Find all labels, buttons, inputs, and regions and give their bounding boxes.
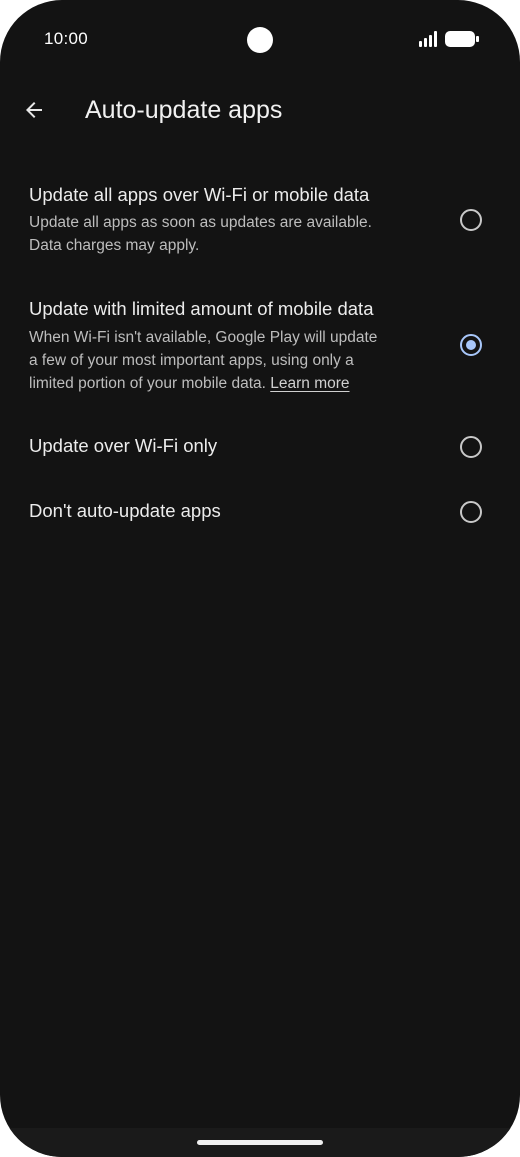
option-title: Update with limited amount of mobile dat… (29, 298, 374, 319)
back-button[interactable] (14, 90, 54, 130)
radio-wifi-only[interactable] (460, 436, 482, 458)
signal-icon (419, 31, 437, 47)
option-dont-update[interactable]: Don't auto-update apps (0, 490, 520, 534)
option-description: Update all apps as soon as updates are a… (29, 211, 429, 257)
description-line: limited portion of your mobile data. (29, 375, 266, 392)
status-time: 10:00 (44, 29, 89, 48)
home-indicator[interactable] (197, 1140, 323, 1145)
description-line: Data charges may apply. (29, 237, 200, 254)
arrow-back-icon (26, 102, 42, 118)
battery-icon (445, 31, 479, 47)
status-bar: 10:00 (0, 0, 520, 80)
radio-dont-update[interactable] (460, 501, 482, 523)
phone-screen: 10:00 Auto-update apps Update all apps o… (0, 0, 520, 1157)
option-update-limited[interactable]: Update with limited amount of mobile dat… (0, 292, 520, 402)
radio-update-all[interactable] (460, 209, 482, 231)
app-bar: Auto-update apps (0, 82, 520, 140)
option-update-all[interactable]: Update all apps over Wi-Fi or mobile dat… (0, 178, 520, 268)
description-line: When Wi-Fi isn't available, Google Play … (29, 329, 378, 346)
description-line-with-link: limited portion of your mobile data. Lea… (29, 372, 429, 395)
learn-more-link[interactable]: Learn more (270, 375, 349, 392)
page-title: Auto-update apps (85, 96, 283, 124)
option-title: Update all apps over Wi-Fi or mobile dat… (29, 184, 370, 205)
description-line: Update all apps as soon as updates are a… (29, 214, 372, 231)
option-title: Update over Wi-Fi only (29, 435, 218, 456)
description-line: a few of your most important apps, using… (29, 352, 354, 369)
radio-update-limited[interactable] (460, 334, 482, 356)
option-wifi-only[interactable]: Update over Wi-Fi only (0, 425, 520, 469)
front-camera (247, 27, 273, 53)
option-description: When Wi-Fi isn't available, Google Play … (29, 326, 429, 395)
option-title: Don't auto-update apps (29, 500, 221, 521)
